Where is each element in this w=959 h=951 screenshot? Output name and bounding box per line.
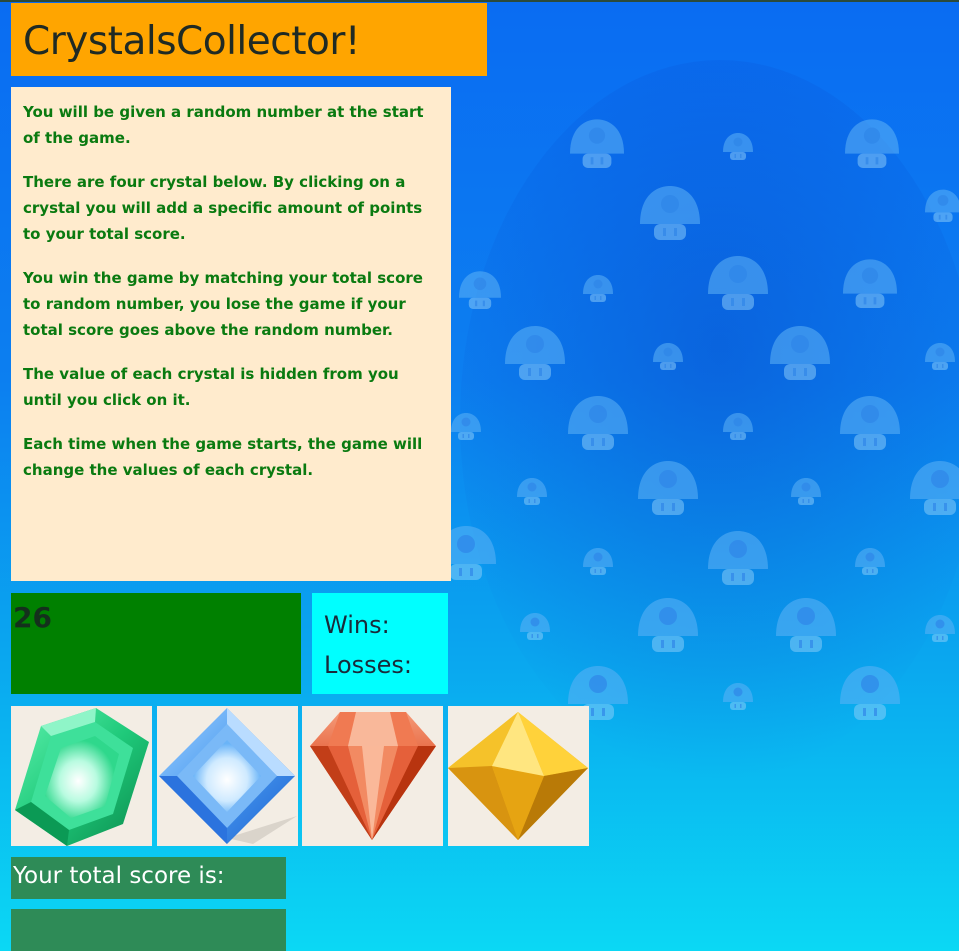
blue-diamond-icon: [159, 708, 297, 844]
stats-panel: Wins: Losses:: [312, 593, 448, 694]
instruction-paragraph: You will be given a random number at the…: [23, 103, 424, 147]
green-emerald-icon: [15, 708, 149, 846]
yellow-topaz-icon: [448, 712, 588, 840]
instructions-panel: You will be given a random number at the…: [11, 87, 451, 581]
random-number-panel: 26: [11, 593, 301, 694]
losses-label: Losses:: [324, 651, 412, 679]
total-score-label: Your total score is:: [11, 857, 286, 899]
instruction-paragraph: Each time when the game starts, the game…: [23, 435, 423, 479]
instruction-paragraph: You win the game by matching your total …: [23, 269, 423, 339]
blue-crystal-button[interactable]: [157, 706, 298, 846]
red-ruby-icon: [310, 712, 436, 840]
instruction-paragraph: There are four crystal below. By clickin…: [23, 173, 423, 243]
title-banner: CrystalsCollector!: [11, 3, 487, 76]
green-crystal-button[interactable]: [11, 706, 152, 846]
total-score-value: [11, 909, 286, 951]
instruction-paragraph: The value of each crystal is hidden from…: [23, 365, 399, 409]
yellow-crystal-button[interactable]: [448, 706, 589, 846]
random-number: 26: [13, 601, 52, 634]
page-title: CrystalsCollector!: [23, 19, 361, 64]
wins-label: Wins:: [324, 611, 390, 639]
red-crystal-button[interactable]: [302, 706, 443, 846]
